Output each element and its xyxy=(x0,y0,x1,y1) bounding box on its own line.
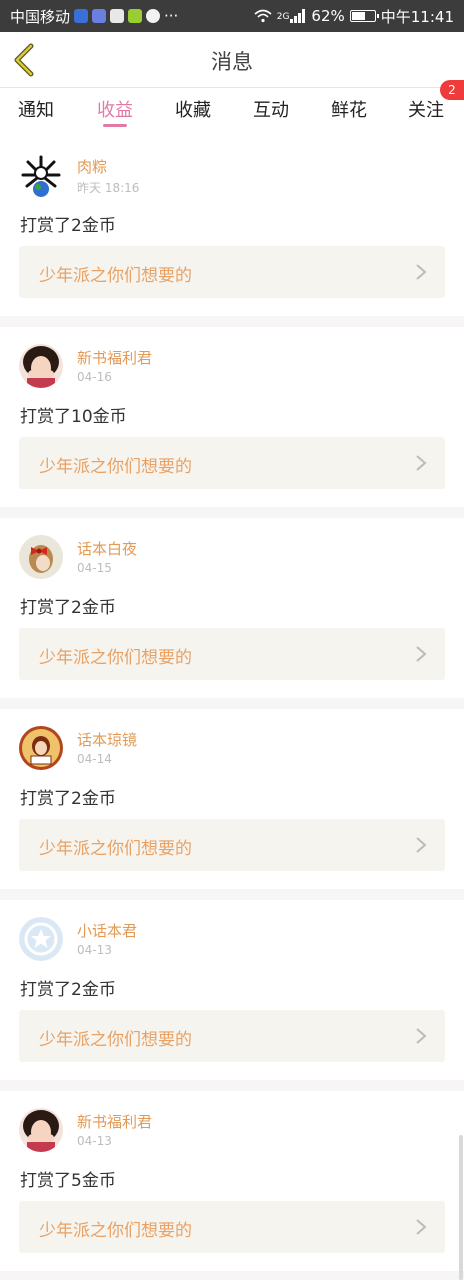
message-card: 小话本君 04-13 打赏了2金币 少年派之你们想要的 xyxy=(0,900,464,1080)
message-time: 昨天 18:16 xyxy=(77,181,140,195)
reward-text: 打赏了2金币 xyxy=(20,598,116,618)
scrollbar[interactable] xyxy=(459,1135,463,1280)
sender-name[interactable]: 话本琼镜 xyxy=(77,729,137,750)
chevron-right-icon xyxy=(416,1219,427,1235)
tab-interactions[interactable]: 互动 xyxy=(253,96,289,122)
status-left: 中国移动 ··· xyxy=(10,6,178,27)
book-link[interactable]: 少年派之你们想要的 xyxy=(19,628,445,680)
page-title: 消息 xyxy=(211,50,253,74)
divider xyxy=(0,889,464,900)
chevron-right-icon xyxy=(416,646,427,662)
tab-following[interactable]: 关注 xyxy=(408,96,444,122)
divider xyxy=(0,316,464,327)
status-bar: 中国移动 ··· 2G 62% 中午11:41 xyxy=(0,0,464,32)
message-card: 新书福利君 04-13 打赏了5金币 少年派之你们想要的 xyxy=(0,1091,464,1271)
sender-name[interactable]: 小话本君 xyxy=(77,920,137,941)
reward-text: 打赏了10金币 xyxy=(20,407,127,427)
network-type: 2G xyxy=(276,11,290,22)
message-card: 肉粽 昨天 18:16 打赏了2金币 少年派之你们想要的 xyxy=(0,136,464,316)
rice-dumpling-avatar[interactable] xyxy=(19,153,63,197)
book-link[interactable]: 少年派之你们想要的 xyxy=(19,1201,445,1253)
book-title: 少年派之你们想要的 xyxy=(39,266,192,286)
reward-text: 打赏了5金币 xyxy=(20,1171,116,1191)
book-title: 少年派之你们想要的 xyxy=(39,1221,192,1241)
sender-name[interactable]: 新书福利君 xyxy=(77,1111,152,1132)
clock: 中午11:41 xyxy=(380,7,454,26)
book-title: 少年派之你们想要的 xyxy=(39,457,192,477)
tab-earnings[interactable]: 收益 xyxy=(97,96,133,122)
book-title: 少年派之你们想要的 xyxy=(39,839,192,859)
divider xyxy=(0,1080,464,1091)
battery-icon xyxy=(349,10,379,22)
following-badge: 2 xyxy=(440,80,464,100)
active-tab-indicator xyxy=(103,124,127,127)
book-title: 少年派之你们想要的 xyxy=(39,1030,192,1050)
girl-red-bow-avatar[interactable] xyxy=(19,535,63,579)
message-list: 肉粽 昨天 18:16 打赏了2金币 少年派之你们想要的 新书福利君 04-16… xyxy=(0,136,464,1280)
book-link[interactable]: 少年派之你们想要的 xyxy=(19,1010,445,1062)
tab-notifications[interactable]: 通知 xyxy=(18,96,54,122)
status-right: 2G 62% 中午11:41 xyxy=(254,6,454,27)
music-app-icon xyxy=(92,9,107,23)
tab-bar: 通知 收益 收藏 互动 鲜花 关注 xyxy=(0,88,464,136)
portrait-frame-avatar[interactable] xyxy=(19,726,63,770)
chevron-right-icon xyxy=(416,264,427,280)
tab-flowers[interactable]: 鲜花 xyxy=(331,96,367,122)
chevron-right-icon xyxy=(416,837,427,853)
message-time: 04-15 xyxy=(77,561,112,575)
divider xyxy=(0,507,464,518)
divider xyxy=(0,698,464,709)
chrome-app-icon xyxy=(146,9,161,23)
reward-text: 打赏了2金币 xyxy=(20,216,116,236)
wifi-icon xyxy=(254,9,272,23)
message-time: 04-13 xyxy=(77,1134,112,1148)
sender-name[interactable]: 新书福利君 xyxy=(77,347,152,368)
book-link[interactable]: 少年派之你们想要的 xyxy=(19,246,445,298)
tab-favorites[interactable]: 收藏 xyxy=(175,96,211,122)
signal-icon xyxy=(290,9,306,23)
flag-app-icon xyxy=(110,9,125,23)
message-card: 话本白夜 04-15 打赏了2金币 少年派之你们想要的 xyxy=(0,518,464,698)
girl-photo-avatar[interactable] xyxy=(19,344,63,388)
book-link[interactable]: 少年派之你们想要的 xyxy=(19,437,445,489)
battery-fill xyxy=(351,12,366,20)
message-card: 话本琼镜 04-14 打赏了2金币 少年派之你们想要的 xyxy=(0,709,464,889)
reward-text: 打赏了2金币 xyxy=(20,789,116,809)
divider xyxy=(0,1271,464,1280)
game-app-icon xyxy=(128,9,143,23)
sender-name[interactable]: 话本白夜 xyxy=(77,538,137,559)
message-time: 04-16 xyxy=(77,370,112,384)
shield-app-icon xyxy=(74,9,89,23)
message-time: 04-14 xyxy=(77,752,112,766)
more-notifications: ··· xyxy=(164,7,179,25)
navigation-bar: 消息 xyxy=(0,32,464,88)
sender-name[interactable]: 肉粽 xyxy=(77,156,107,177)
carrier-label: 中国移动 xyxy=(10,7,71,26)
message-time: 04-13 xyxy=(77,943,112,957)
book-link[interactable]: 少年派之你们想要的 xyxy=(19,819,445,871)
book-title: 少年派之你们想要的 xyxy=(39,648,192,668)
chevron-right-icon xyxy=(416,455,427,471)
default-star-avatar[interactable] xyxy=(19,917,63,961)
reward-text: 打赏了2金币 xyxy=(20,980,116,1000)
battery-percent: 62% xyxy=(311,7,345,25)
chevron-right-icon xyxy=(416,1028,427,1044)
girl-photo-avatar[interactable] xyxy=(19,1108,63,1152)
message-card: 新书福利君 04-16 打赏了10金币 少年派之你们想要的 xyxy=(0,327,464,507)
